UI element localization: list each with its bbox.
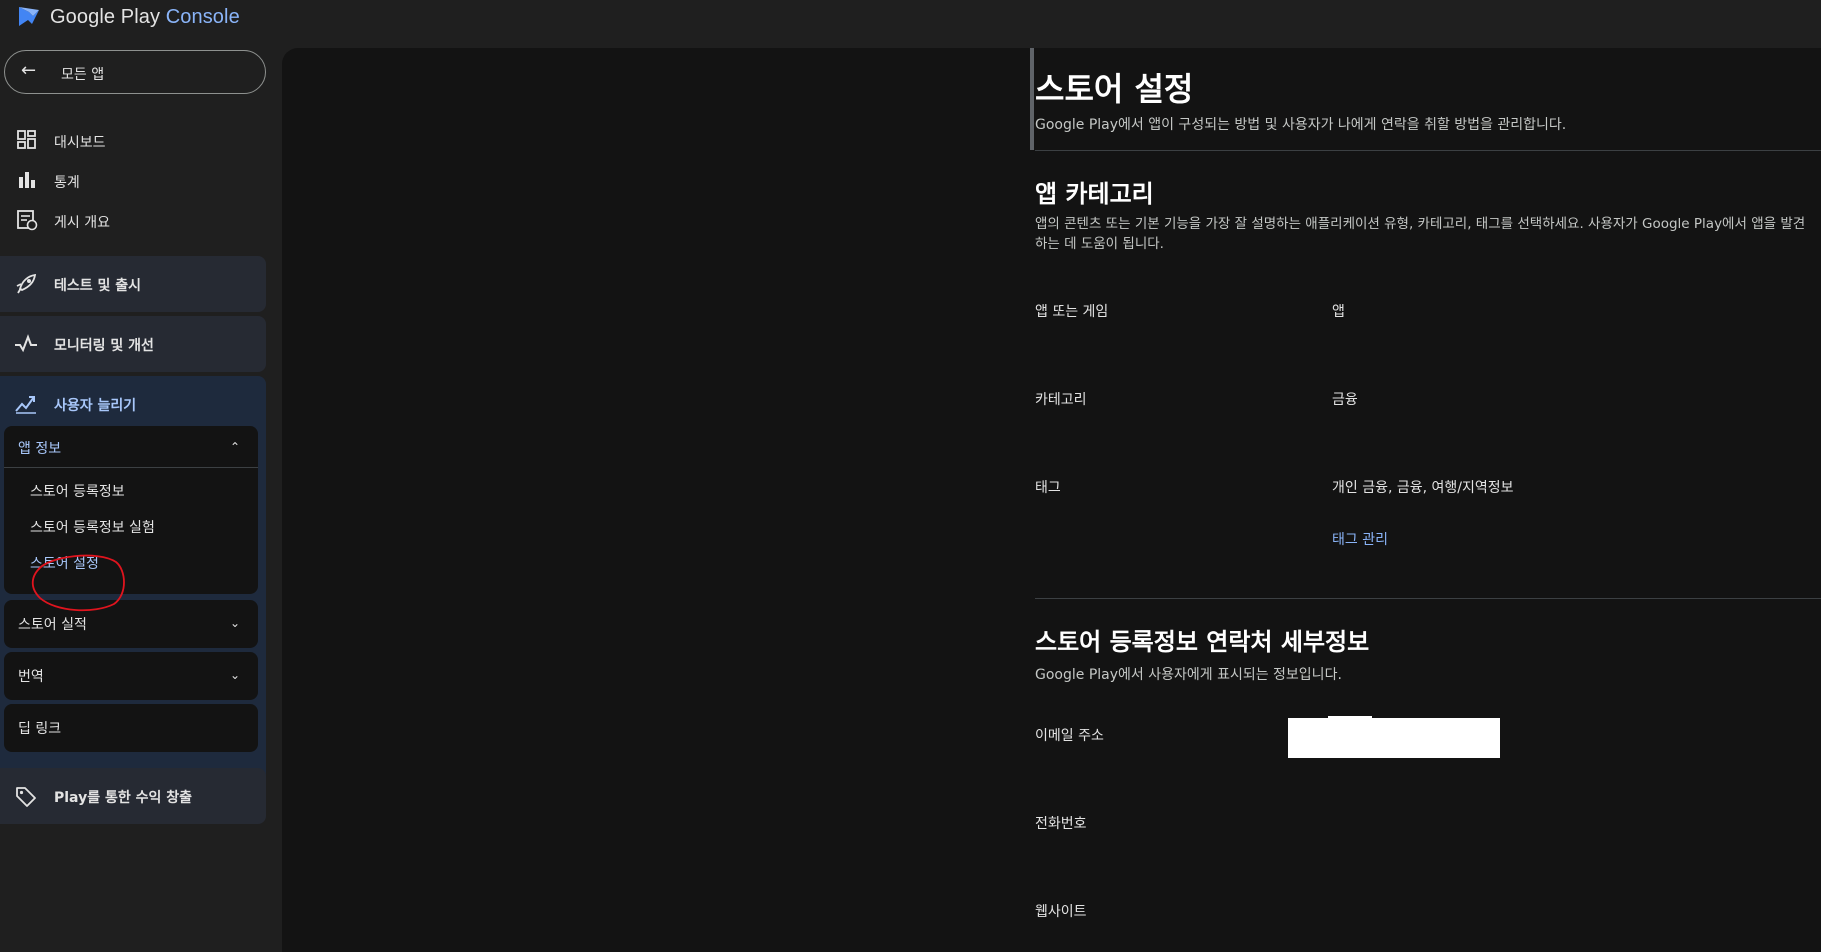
arrow-back-icon: ← xyxy=(21,60,37,81)
redacted-email-value xyxy=(1288,718,1500,758)
chevron-up-icon: ⌃ xyxy=(229,440,240,454)
app-info-header[interactable]: 앱 정보 ⌃ xyxy=(4,426,258,468)
all-apps-button[interactable]: ← 모든 앱 xyxy=(4,50,266,94)
sidebar-item-statistics[interactable]: 통계 xyxy=(0,160,266,200)
divider xyxy=(1035,598,1821,599)
chevron-down-icon: ⌄ xyxy=(229,616,240,630)
website-label: 웹사이트 xyxy=(1035,904,1087,920)
sidebar-item-label: 대시보드 xyxy=(54,135,106,151)
sidebar-item-label: 게시 개요 xyxy=(54,215,110,231)
deep-links-item[interactable]: 딥 링크 xyxy=(4,704,258,752)
pulse-icon xyxy=(15,334,37,353)
tags-label: 태그 xyxy=(1035,480,1061,496)
sidebar-group-monetize[interactable]: Play를 통한 수익 창출 xyxy=(0,768,266,824)
app-category-title: 앱 카테고리 xyxy=(1035,180,1154,208)
app-or-game-label: 앱 또는 게임 xyxy=(1035,304,1109,320)
all-apps-label: 모든 앱 xyxy=(61,67,105,83)
app-category-description: 앱의 콘텐츠 또는 기본 기능을 가장 잘 설명하는 애플리케이션 유형, 카테… xyxy=(1035,216,1806,252)
email-label: 이메일 주소 xyxy=(1035,728,1104,744)
store-performance-label: 스토어 실적 xyxy=(18,617,87,633)
red-circle-annotation xyxy=(31,554,125,612)
sidebar-item-label: 통계 xyxy=(54,175,80,191)
phone-label: 전화번호 xyxy=(1035,816,1087,832)
tags-value: 개인 금융, 금융, 여행/지역정보 xyxy=(1332,480,1514,496)
play-console-logo-icon xyxy=(19,7,39,26)
deep-links-label: 딥 링크 xyxy=(18,721,62,737)
brand-name: Google Play Console xyxy=(50,5,240,28)
sidebar-item-store-listing-experiments[interactable]: 스토어 등록정보 실험 xyxy=(30,517,155,537)
manage-tags-link[interactable]: 태그 관리 xyxy=(1332,529,1388,549)
store-settings-content: 스토어 설정 Google Play에서 앱이 구성되는 방법 및 사용자가 나… xyxy=(1030,48,1821,952)
sidebar-group-label: 테스트 및 출시 xyxy=(54,278,142,294)
brand-logo[interactable]: Google Play Console xyxy=(16,4,240,30)
dashboard-icon xyxy=(17,130,36,149)
translation-label: 번역 xyxy=(18,669,44,685)
sidebar-item-store-listing[interactable]: 스토어 등록정보 xyxy=(30,481,125,501)
page-title: 스토어 설정 xyxy=(1035,70,1194,108)
sidebar-item-dashboard[interactable]: 대시보드 xyxy=(0,120,266,160)
app-or-game-value: 앱 xyxy=(1332,304,1345,320)
chevron-down-icon: ⌄ xyxy=(229,668,240,682)
contact-details-description: Google Play에서 사용자에게 표시되는 정보입니다. xyxy=(1035,667,1342,683)
sidebar: ← 모든 앱 대시보드 통계 게시 개요 테스트 및 출시 모니터링 및 개선 … xyxy=(0,48,282,952)
rocket-icon xyxy=(16,273,37,294)
growth-chart-icon xyxy=(15,396,36,414)
category-value: 금융 xyxy=(1332,392,1358,408)
sidebar-item-publishing-overview[interactable]: 게시 개요 xyxy=(0,200,266,240)
contact-details-title: 스토어 등록정보 연락처 세부정보 xyxy=(1035,628,1370,656)
sidebar-group-label: Play를 통한 수익 창출 xyxy=(54,790,192,806)
grow-users-label[interactable]: 사용자 늘리기 xyxy=(54,395,136,415)
header-accent-rule xyxy=(1030,48,1034,150)
category-label: 카테고리 xyxy=(1035,392,1087,408)
page-subtitle: Google Play에서 앱이 구성되는 방법 및 사용자가 나에게 연락을 … xyxy=(1035,117,1567,133)
bar-chart-icon xyxy=(19,172,35,188)
translation-panel[interactable]: 번역 ⌄ xyxy=(4,652,258,700)
sidebar-group-monitor-improve[interactable]: 모니터링 및 개선 xyxy=(0,316,266,372)
publishing-overview-icon xyxy=(17,210,38,231)
app-info-label: 앱 정보 xyxy=(18,441,62,457)
top-bar: Google Play Console xyxy=(0,0,1821,48)
sidebar-group-label: 모니터링 및 개선 xyxy=(54,338,154,354)
sidebar-group-test-release[interactable]: 테스트 및 출시 xyxy=(0,256,266,312)
tag-icon xyxy=(16,787,36,807)
redaction-mark xyxy=(1328,716,1372,720)
divider xyxy=(1035,150,1821,151)
